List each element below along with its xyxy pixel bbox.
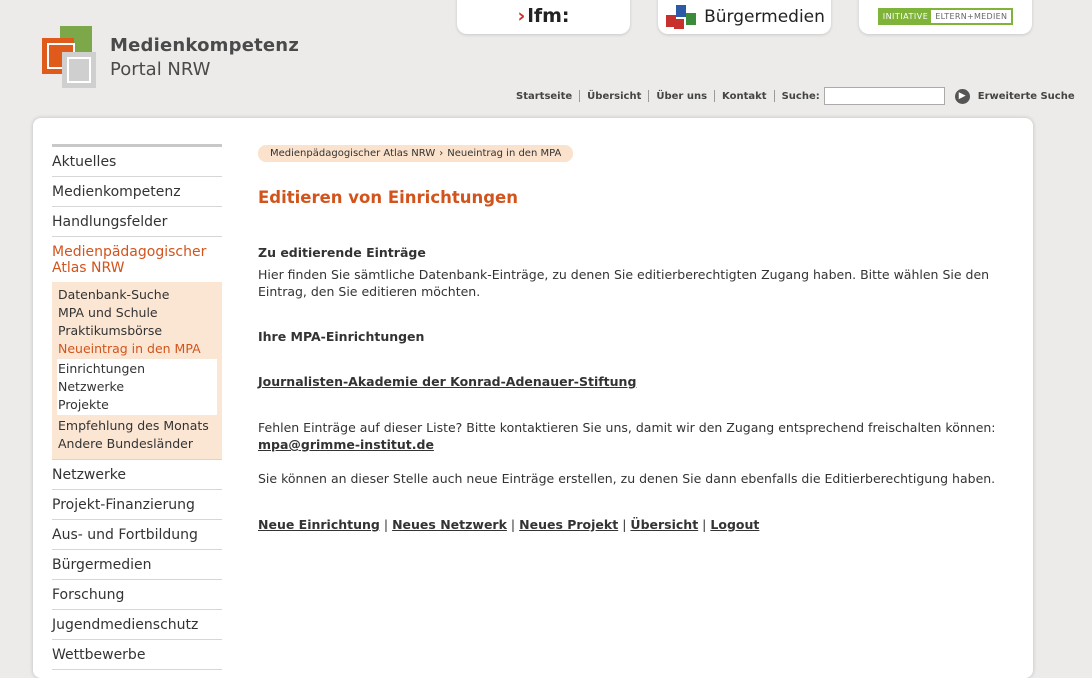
submenu-item-neueintrag[interactable]: Neueintrag in den MPA	[58, 340, 217, 358]
new-projekt-link[interactable]: Neues Projekt	[519, 517, 618, 532]
buergermedien-puzzle-icon	[666, 5, 697, 29]
page-title: Editieren von Einrichtungen	[258, 188, 518, 207]
nav-kontakt-link[interactable]: Kontakt	[722, 91, 767, 102]
sidebar-item-wettbewerbe[interactable]: Wettbewerbe	[52, 640, 222, 670]
partner-lfm-link[interactable]: › lfm:	[457, 0, 630, 34]
buergermedien-logo-text: Bürgermedien	[704, 7, 825, 27]
submenu-item-empfehlung[interactable]: Empfehlung des Monats	[58, 417, 217, 435]
section-description: Hier finden Sie sämtliche Datenbank-Eint…	[258, 267, 990, 299]
entry-link-journalisten-akademie[interactable]: Journalisten-Akademie der Konrad-Adenaue…	[258, 374, 636, 389]
logo-mark-icon	[42, 26, 96, 88]
submenu-nested-list: Einrichtungen Netzwerke Projekte	[57, 359, 217, 415]
lfm-chevron-icon: ›	[517, 5, 526, 27]
new-einrichtung-link[interactable]: Neue Einrichtung	[258, 517, 380, 532]
sidebar-item-netzwerke[interactable]: Netzwerke	[52, 460, 222, 490]
initiative-label: INITIATIVE	[879, 9, 932, 23]
logo-subtitle: Portal NRW	[110, 59, 211, 80]
lfm-logo-text: lfm:	[527, 5, 570, 27]
breadcrumb: Medienpädagogischer Atlas NRW › Neueintrag…	[258, 145, 574, 162]
search-input[interactable]	[823, 87, 945, 105]
search-go-button[interactable]: ▶	[954, 88, 970, 104]
uebersicht-link[interactable]: Übersicht	[630, 517, 698, 532]
logo-title: Medienkompetenz	[110, 35, 300, 56]
sidebar-item-aktuelles[interactable]: Aktuelles	[52, 147, 222, 177]
sidebar-item-forschung[interactable]: Forschung	[52, 580, 222, 610]
create-entries-text: Sie können an dieser Stelle auch neue Ei…	[258, 471, 996, 486]
submenu-item-netzwerke[interactable]: Netzwerke	[58, 378, 217, 396]
logout-link[interactable]: Logout	[710, 517, 759, 532]
top-navigation: Startseite Übersicht Über uns Kontakt Su…	[516, 87, 1075, 105]
arrow-right-icon: ▶	[958, 91, 966, 101]
submenu-item-andere-bundeslaender[interactable]: Andere Bundesländer	[58, 435, 217, 453]
nav-separator	[773, 90, 775, 102]
section-heading-einrichtungen: Ihre MPA-Einrichtungen	[258, 329, 425, 344]
new-netzwerk-link[interactable]: Neues Netzwerk	[392, 517, 507, 532]
nav-separator	[579, 90, 581, 102]
submenu-item-mpa-und-schule[interactable]: MPA und Schule	[58, 304, 217, 322]
sidebar-item-projekt-finanzierung[interactable]: Projekt-Finanzierung	[52, 490, 222, 520]
nav-ueber-uns-link[interactable]: Über uns	[656, 91, 707, 102]
submenu-item-datenbank-suche[interactable]: Datenbank-Suche	[58, 286, 217, 304]
advanced-search-link[interactable]: Erweiterte Suche	[978, 91, 1075, 102]
sidebar-item-jugendmedienschutz[interactable]: Jugendmedienschutz	[52, 610, 222, 640]
breadcrumb-chevron-icon: ›	[439, 148, 444, 159]
contact-email-link[interactable]: mpa@grimme-institut.de	[258, 437, 434, 452]
sidebar: Aktuelles Medienkompetenz Handlungsfelde…	[52, 144, 222, 670]
missing-entries-text: Fehlen Einträge auf dieser Liste? Bitte …	[258, 419, 998, 453]
breadcrumb-item-neueintrag[interactable]: Neueintrag in den MPA	[447, 148, 561, 159]
nav-startseite-link[interactable]: Startseite	[516, 91, 572, 102]
main-panel: Aktuelles Medienkompetenz Handlungsfelde…	[33, 118, 1033, 678]
nav-separator	[714, 90, 716, 102]
section-heading-zu-editieren: Zu editierende Einträge	[258, 245, 426, 260]
sidebar-item-aus-fortbildung[interactable]: Aus- und Fortbildung	[52, 520, 222, 550]
sidebar-item-mpa[interactable]: Medienpädagogischer Atlas NRW	[52, 237, 222, 282]
site-logo[interactable]: Medienkompetenz Portal NRW	[42, 26, 299, 96]
submenu-item-praktikumsboerse[interactable]: Praktikumsbörse	[58, 322, 217, 340]
eltern-medien-label: ELTERN+MEDIEN	[935, 11, 1008, 21]
sidebar-item-buergermedien[interactable]: Bürgermedien	[52, 550, 222, 580]
sidebar-submenu: Datenbank-Suche MPA und Schule Praktikum…	[52, 282, 222, 460]
search-label: Suche:	[781, 90, 820, 102]
partner-buergermedien-link[interactable]: Bürgermedien	[658, 0, 831, 34]
sidebar-item-handlungsfelder[interactable]: Handlungsfelder	[52, 207, 222, 237]
submenu-item-projekte[interactable]: Projekte	[58, 396, 217, 414]
nav-uebersicht-link[interactable]: Übersicht	[587, 91, 641, 102]
action-links: Neue Einrichtung | Neues Netzwerk | Neues Pr…	[258, 517, 760, 532]
sidebar-item-medienkompetenz[interactable]: Medienkompetenz	[52, 177, 222, 207]
main-content: Medienpädagogischer Atlas NRW › Neueintrag…	[258, 144, 998, 533]
nav-separator	[648, 90, 650, 102]
breadcrumb-item-mpa[interactable]: Medienpädagogischer Atlas NRW	[270, 148, 435, 159]
missing-entries-label: Fehlen Einträge auf dieser Liste? Bitte …	[258, 420, 996, 435]
partner-initiative-link[interactable]: INITIATIVE ELTERN+MEDIEN	[859, 0, 1032, 34]
submenu-item-einrichtungen[interactable]: Einrichtungen	[58, 360, 217, 378]
